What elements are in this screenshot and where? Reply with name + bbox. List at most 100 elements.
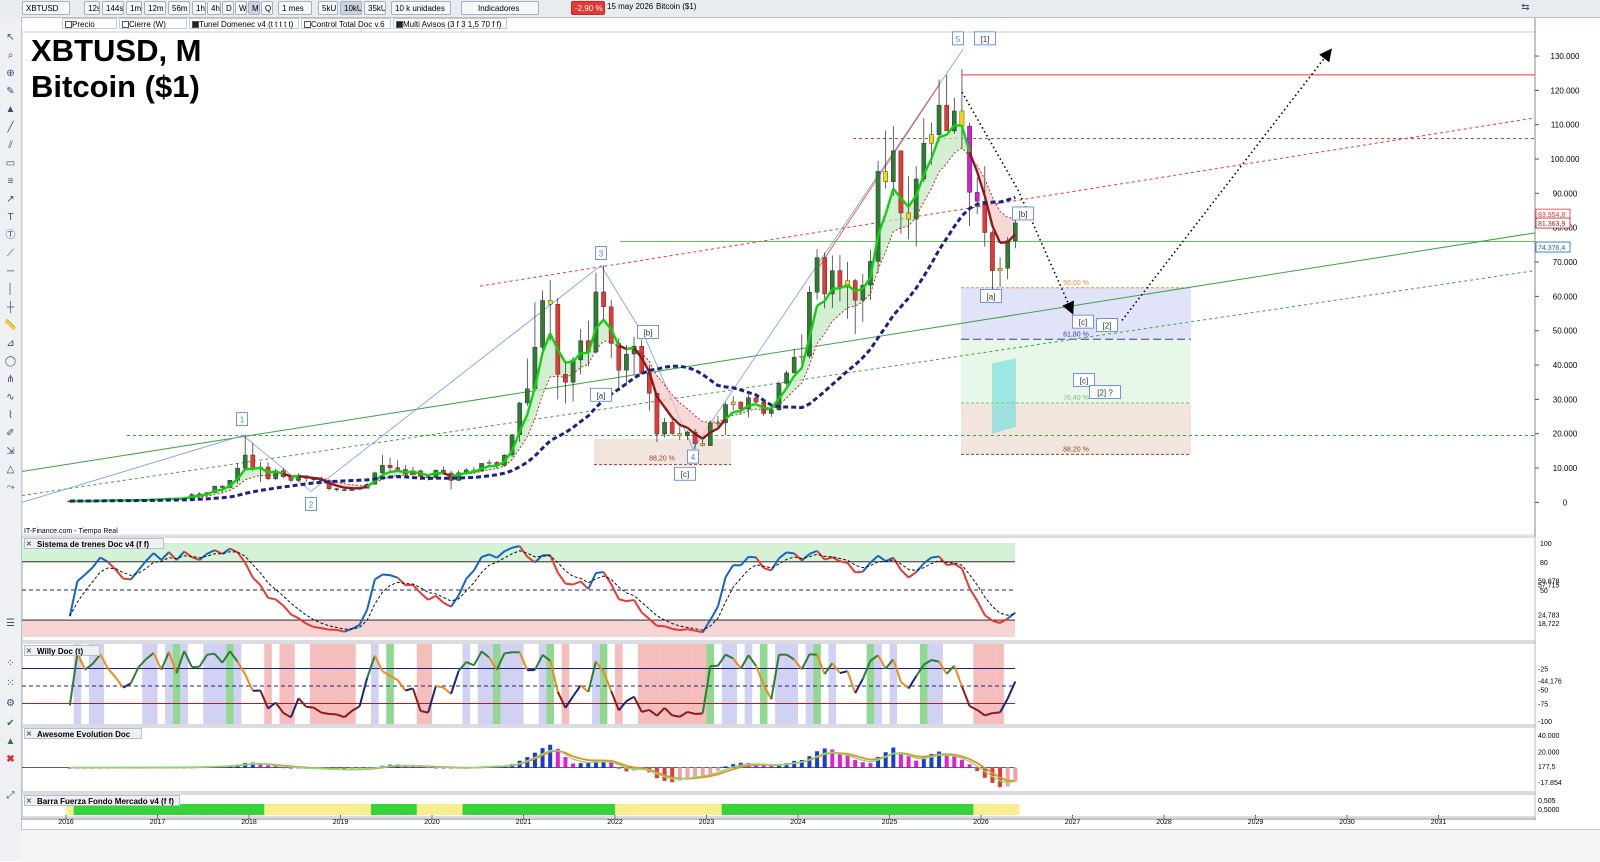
fast-trend-line xyxy=(451,475,459,476)
projection-down-arrow xyxy=(962,92,1072,312)
fast-trend-line xyxy=(344,488,352,489)
willy-line xyxy=(299,698,307,707)
barra-cell xyxy=(783,804,791,815)
candle-body xyxy=(670,422,674,433)
wave-label: [b] xyxy=(1019,210,1028,219)
chart-canvas[interactable]: 88,20 %50,00 %61,80 %76,40 %88,20 % 123[… xyxy=(0,0,1600,861)
barra-cell xyxy=(943,804,951,815)
awesome-bar xyxy=(670,768,674,783)
trenes-fast-line xyxy=(77,575,85,582)
willy-bg-bar xyxy=(546,644,554,724)
candle-body xyxy=(220,486,224,487)
trenes-y-label: 80 xyxy=(1540,560,1548,567)
awesome-bar xyxy=(1006,768,1010,787)
willy-bg-bar xyxy=(920,644,928,724)
wave-label: [a] xyxy=(597,391,606,400)
awesome-bar xyxy=(853,760,857,768)
barra-cell xyxy=(615,804,623,815)
barra-cell xyxy=(760,804,768,815)
barra-cell xyxy=(989,804,997,815)
barra-cell xyxy=(737,804,745,815)
willy-bg-bar xyxy=(676,644,684,724)
awesome-y-label: 40.000 xyxy=(1538,733,1560,740)
barra-cell xyxy=(447,804,455,815)
candle-body xyxy=(960,111,964,126)
willy-bg-bar xyxy=(729,644,737,724)
candle-body xyxy=(716,423,720,424)
candle-body xyxy=(251,455,255,468)
bottom-scrollbar[interactable] xyxy=(21,829,1600,862)
willy-line xyxy=(321,713,329,714)
fast-trend-line xyxy=(565,362,573,363)
willy-bg-bar xyxy=(264,644,272,724)
barra-cell xyxy=(600,804,608,815)
barra-cell xyxy=(272,804,280,815)
willy-line xyxy=(672,715,680,716)
barra-cell xyxy=(516,804,524,815)
trenes-fast-line xyxy=(85,567,93,574)
fast-trend-line xyxy=(626,348,634,349)
awesome-bar xyxy=(281,767,285,768)
willy-bg-bar xyxy=(615,644,623,724)
trenes-fast-line xyxy=(451,595,459,606)
barra-y-label: 0,5000 xyxy=(1538,807,1560,814)
candle-body xyxy=(899,151,903,213)
candle-body xyxy=(823,258,827,294)
awesome-bar xyxy=(274,766,278,768)
barra-cell xyxy=(722,804,730,815)
barra-cell xyxy=(325,804,333,815)
wave-label: [2] xyxy=(1103,322,1112,331)
fast-trend-line xyxy=(299,476,307,477)
wave-label: 1 xyxy=(240,416,245,425)
panel-title-trenes[interactable]: Sistema de trenes Doc v4 (f f) xyxy=(24,538,164,549)
panel-title-awesome[interactable]: Awesome Evolution Doc xyxy=(24,728,142,739)
trenes-fast-line xyxy=(459,579,467,596)
barra-cell xyxy=(241,804,249,815)
candle-body xyxy=(342,490,346,491)
fast-trend-line xyxy=(466,472,474,473)
trenes-fast-line xyxy=(596,572,604,573)
trenes-fast-line xyxy=(421,593,429,600)
barra-cell xyxy=(264,804,272,815)
barra-cell xyxy=(729,804,737,815)
candle-body xyxy=(335,489,339,490)
elliott-wave-line xyxy=(22,49,963,502)
trenes-fast-line xyxy=(748,557,756,558)
willy-line xyxy=(504,652,512,653)
willy-line xyxy=(108,669,116,678)
barra-cell xyxy=(508,804,516,815)
trenes-fast-line xyxy=(947,564,955,565)
x-tick-label: 2016 xyxy=(58,819,74,826)
wave-label: [c] xyxy=(1079,318,1087,327)
fast-trend-line xyxy=(390,471,398,472)
willy-line xyxy=(909,676,917,688)
willy-bg-bar xyxy=(691,644,699,724)
y-tick-label: 60.000 xyxy=(1553,292,1578,301)
wave-label: [a] xyxy=(987,292,996,301)
barra-cell xyxy=(1012,804,1020,815)
willy-y-label: -25 xyxy=(1538,667,1548,674)
barra-cell xyxy=(211,804,219,815)
trenes-fast-line xyxy=(123,579,131,580)
trenes-fast-line xyxy=(466,570,474,578)
barra-cell xyxy=(196,804,204,815)
candle-body xyxy=(525,389,529,403)
barra-cell xyxy=(501,804,509,815)
barra-cell xyxy=(630,804,638,815)
barra-cell xyxy=(234,804,242,815)
panel-title-willy[interactable]: Willy Doc (t) xyxy=(24,645,100,656)
fast-trend-line xyxy=(245,469,253,470)
trenes-value-label: 57,715 xyxy=(1538,582,1560,589)
awesome-bar xyxy=(579,763,583,767)
fast-trend-line xyxy=(314,478,322,479)
trenes-fast-line xyxy=(375,575,383,580)
willy-line xyxy=(1008,681,1016,698)
awesome-bar xyxy=(708,768,712,774)
x-tick-label: 2024 xyxy=(790,819,806,826)
willy-line xyxy=(405,688,413,690)
barra-cell xyxy=(531,804,539,815)
awesome-y-label: 177,5 xyxy=(1538,764,1556,771)
trenes-fast-line xyxy=(558,573,566,584)
candle-body xyxy=(945,105,949,131)
panel-title-barra[interactable]: Barra Fuerza Fondo Mercado v4 (f f) xyxy=(24,795,180,806)
